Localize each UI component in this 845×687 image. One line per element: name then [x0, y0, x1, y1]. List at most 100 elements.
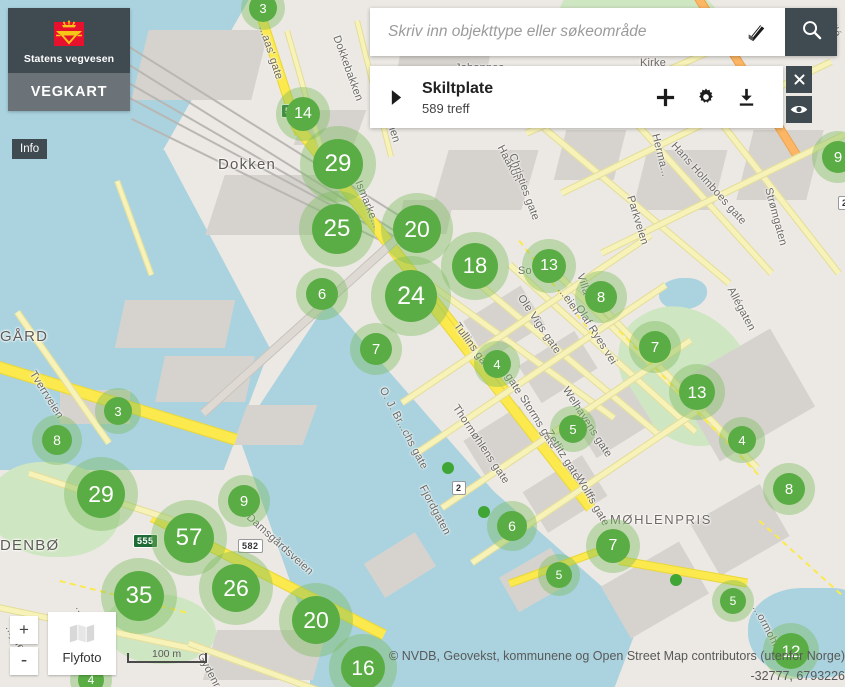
download-icon[interactable]: [736, 87, 757, 108]
cluster-marker[interactable]: 3: [241, 0, 285, 30]
cluster-count-badge[interactable]: 24: [385, 270, 437, 322]
cluster-marker[interactable]: 5: [712, 580, 754, 622]
cluster-count-badge[interactable]: 4: [728, 426, 756, 454]
search-field-wrapper[interactable]: [370, 8, 785, 56]
cluster-marker[interactable]: 9: [812, 131, 845, 183]
search-button[interactable]: [785, 8, 837, 56]
cluster-marker[interactable]: 25: [299, 191, 375, 267]
map-scale-bar: 100 m: [127, 648, 207, 663]
cluster-count-badge[interactable]: 6: [306, 278, 338, 310]
gear-icon[interactable]: [696, 87, 716, 107]
cluster-marker[interactable]: 13: [669, 364, 725, 420]
search-bar[interactable]: [370, 8, 837, 56]
cluster-marker[interactable]: 8: [763, 463, 815, 515]
cluster-count-badge[interactable]: 9: [228, 485, 260, 517]
eye-icon[interactable]: [786, 96, 812, 123]
brand-app-name: VEGKART: [30, 84, 108, 100]
result-text-group: Skiltplate 589 treff: [422, 79, 655, 116]
route-shield: 25: [838, 196, 845, 210]
cluster-marker[interactable]: 6: [487, 501, 537, 551]
panel-side-buttons: [786, 66, 812, 126]
cluster-count-badge[interactable]: 18: [452, 243, 498, 289]
cluster-count-badge[interactable]: 8: [585, 281, 617, 313]
cluster-marker[interactable]: 8: [32, 415, 82, 465]
close-icon[interactable]: [786, 66, 812, 93]
triangle-right-icon[interactable]: [370, 89, 422, 106]
cluster-marker[interactable]: 14: [276, 87, 330, 141]
footpath: [758, 520, 842, 596]
vegkart-application: DokkenJohannesKirke...aas' gateDokkebakk…: [0, 0, 845, 687]
cluster-count-badge[interactable]: 7: [639, 331, 671, 363]
cluster-count-badge[interactable]: 6: [497, 511, 527, 541]
cluster-marker[interactable]: 16: [329, 634, 397, 687]
route-shield: 2: [452, 481, 466, 495]
cluster-count-badge[interactable]: 16: [341, 646, 385, 687]
cluster-count-badge[interactable]: 13: [679, 374, 715, 410]
cluster-marker[interactable]: 4: [719, 417, 765, 463]
zoom-out-button[interactable]: -: [10, 647, 38, 675]
cluster-marker[interactable]: 35: [101, 558, 177, 634]
cluster-marker[interactable]: 26: [199, 551, 273, 625]
book-icon[interactable]: [739, 21, 773, 43]
point-marker[interactable]: [442, 462, 454, 474]
cluster-marker[interactable]: 5: [538, 554, 580, 596]
cluster-marker[interactable]: 3: [95, 388, 141, 434]
cluster-marker[interactable]: 29: [64, 457, 138, 531]
cluster-marker[interactable]: 29: [300, 126, 376, 202]
search-input[interactable]: [386, 22, 739, 42]
cluster-marker[interactable]: 20: [381, 193, 453, 265]
zoom-in-button[interactable]: +: [10, 616, 38, 644]
cluster-count-badge[interactable]: 57: [164, 513, 214, 563]
cluster-count-badge[interactable]: 29: [77, 470, 125, 518]
info-button[interactable]: Info: [12, 139, 48, 159]
cluster-marker[interactable]: 18: [441, 232, 509, 300]
search-result-panel[interactable]: Skiltplate 589 treff: [370, 66, 783, 128]
cluster-marker[interactable]: 4: [474, 341, 520, 387]
cluster-marker[interactable]: 57: [151, 500, 227, 576]
cluster-count-badge[interactable]: 8: [773, 473, 805, 505]
cluster-count-badge[interactable]: 7: [360, 333, 392, 365]
scale-label: 100 m: [152, 648, 182, 660]
cluster-count-badge[interactable]: 5: [559, 415, 587, 443]
cluster-count-badge[interactable]: 29: [313, 139, 363, 189]
result-title: Skiltplate: [422, 79, 494, 97]
cluster-count-badge[interactable]: 20: [292, 596, 340, 644]
map-attribution: © NVDB, Geovekst, kommunene og Open Stre…: [389, 649, 845, 663]
cluster-count-badge[interactable]: 8: [42, 425, 72, 455]
cluster-marker[interactable]: 6: [296, 268, 348, 320]
cluster-count-badge[interactable]: 25: [312, 204, 362, 254]
cluster-count-badge[interactable]: 5: [720, 588, 746, 614]
cluster-count-badge[interactable]: 26: [212, 564, 260, 612]
brand-panel[interactable]: Statens vegvesen VEGKART: [8, 8, 130, 111]
cluster-count-badge[interactable]: 20: [393, 205, 441, 253]
basemap-toggle-button[interactable]: Flyfoto: [48, 612, 116, 675]
cluster-count-badge[interactable]: 13: [532, 249, 566, 283]
cluster-count-badge[interactable]: 35: [114, 571, 164, 621]
cluster-marker[interactable]: 9: [218, 475, 270, 527]
cluster-marker[interactable]: 13: [522, 239, 576, 293]
cluster-count-badge[interactable]: 3: [104, 397, 132, 425]
vegvesen-crown-emblem-icon: [52, 18, 86, 48]
add-icon[interactable]: [655, 87, 676, 108]
cluster-count-badge[interactable]: 5: [546, 562, 572, 588]
search-icon: [800, 18, 823, 46]
result-actions: [655, 87, 783, 108]
cluster-marker[interactable]: 7: [350, 323, 402, 375]
point-marker[interactable]: [670, 574, 682, 586]
building-block: [232, 405, 318, 445]
cluster-count-badge[interactable]: 4: [483, 350, 511, 378]
cluster-marker[interactable]: 20: [279, 583, 353, 657]
map-label: Allégaten: [724, 285, 758, 333]
zoom-controls[interactable]: + -: [10, 616, 38, 675]
water-small-pond: [659, 278, 707, 310]
building-block: [114, 300, 236, 348]
cluster-count-badge[interactable]: 14: [286, 97, 320, 131]
cluster-marker[interactable]: 7: [629, 321, 681, 373]
map-coordinates: -32777, 6793226: [750, 669, 845, 683]
cluster-marker[interactable]: 24: [371, 256, 451, 336]
brand-app-button[interactable]: VEGKART: [8, 73, 130, 111]
cluster-marker[interactable]: 7: [586, 519, 640, 573]
cluster-marker[interactable]: 5: [550, 406, 596, 452]
cluster-marker[interactable]: 8: [575, 271, 627, 323]
cluster-count-badge[interactable]: 7: [596, 529, 630, 563]
